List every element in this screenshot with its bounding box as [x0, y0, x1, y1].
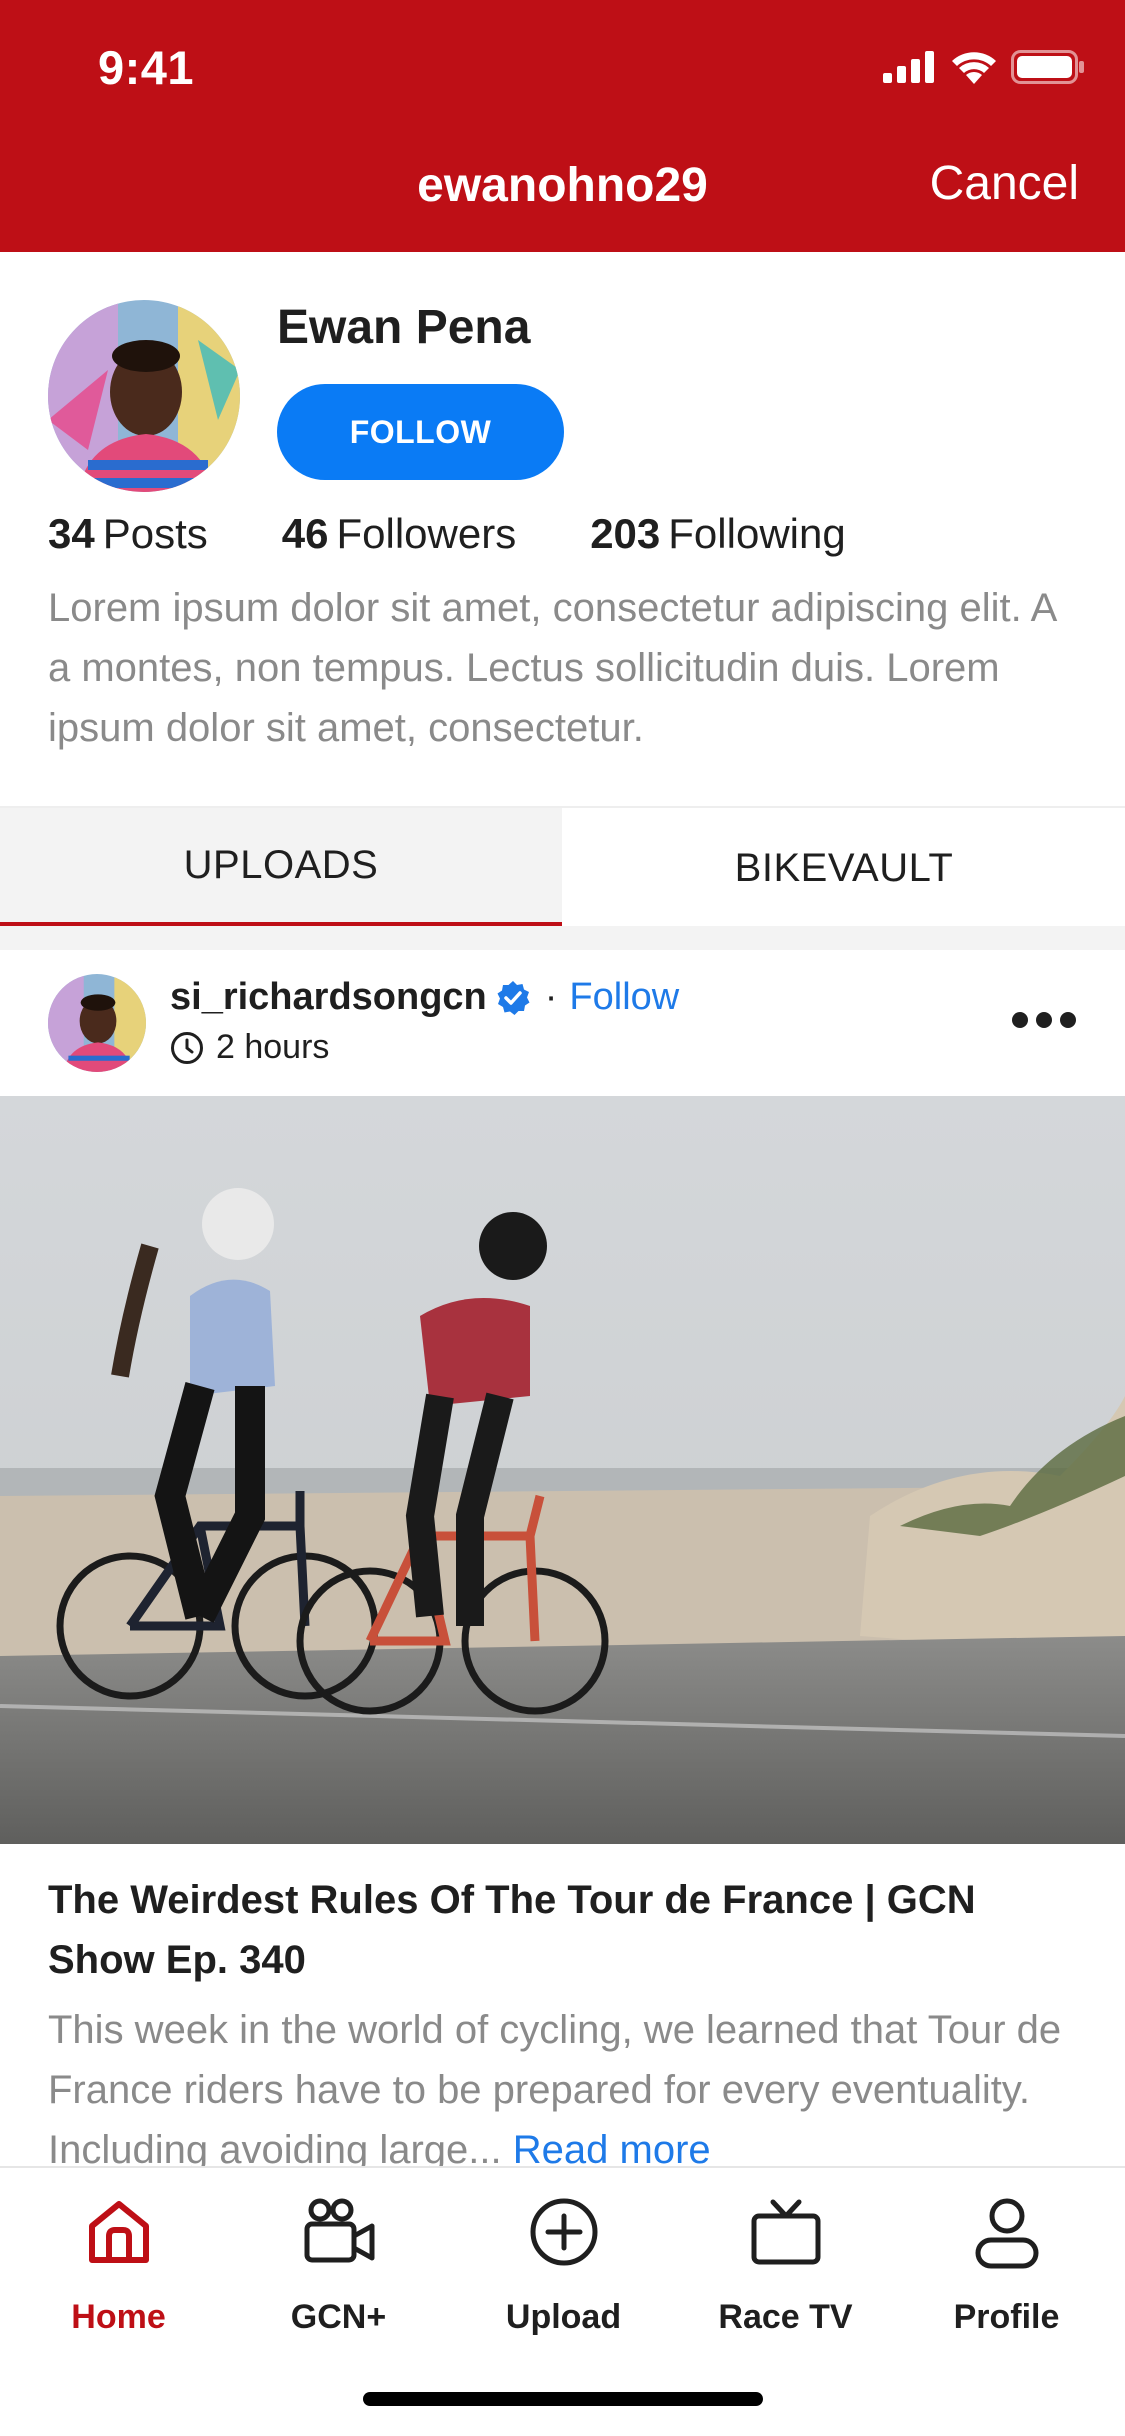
stat-following[interactable]: 203 Following — [590, 510, 846, 558]
plus-circle-icon — [530, 2198, 597, 2266]
wifi-icon — [952, 52, 996, 84]
signal-icon — [883, 51, 934, 83]
tab-uploads[interactable]: UPLOADS — [0, 808, 562, 928]
battery-icon — [1011, 50, 1084, 84]
post-follow-link[interactable]: Follow — [569, 976, 679, 1019]
more-options-icon[interactable] — [1009, 1000, 1079, 1040]
profile-name: Ewan Pena — [277, 301, 531, 354]
tabbar-label: GCN+ — [290, 2298, 387, 2336]
verified-badge-icon — [497, 980, 530, 1015]
tabbar-item-profile[interactable]: Profile — [894, 2170, 1119, 2370]
section-divider — [0, 926, 1125, 950]
profile-screen: 9:41 ewanohno29 Cancel Ewan Pena FOLLOW … — [0, 0, 1125, 2436]
home-indicator[interactable] — [363, 2392, 763, 2406]
status-icons — [883, 50, 1085, 84]
post-image[interactable] — [0, 1096, 1125, 1844]
read-more-link[interactable]: Read more — [513, 2128, 711, 2166]
tabbar-item-upload[interactable]: Upload — [451, 2170, 676, 2370]
tabbar-item-race-tv[interactable]: Race TV — [673, 2170, 898, 2370]
stat-followers[interactable]: 46 Followers — [282, 510, 516, 558]
cancel-button[interactable]: Cancel — [930, 156, 1079, 211]
tabbar-item-home[interactable]: Home — [6, 2170, 231, 2370]
post-author-avatar[interactable] — [48, 974, 146, 1072]
stat-label: Followers — [336, 510, 517, 557]
tab-bikevault[interactable]: BIKEVAULT — [563, 808, 1125, 928]
person-icon — [975, 2198, 1038, 2269]
stat-posts[interactable]: 34 Posts — [48, 510, 208, 558]
tabbar-label: Profile — [953, 2298, 1060, 2336]
separator-dot: · — [544, 976, 558, 1018]
post-timestamp: 2 hours — [170, 1028, 329, 1067]
profile-stats: 34 Posts 46 Followers 203 Following — [48, 510, 920, 558]
tabbar-label: Race TV — [718, 2298, 853, 2336]
stat-count: 203 — [590, 510, 661, 557]
post-title[interactable]: The Weirdest Rules Of The Tour de France… — [48, 1870, 1088, 1990]
tabbar-label: Home — [71, 2298, 166, 2336]
stat-count: 46 — [281, 510, 329, 557]
profile-tabs: UPLOADS BIKEVAULT — [0, 806, 1125, 928]
profile-avatar[interactable] — [48, 300, 240, 492]
clock-icon — [171, 1031, 203, 1064]
home-icon — [88, 2201, 149, 2263]
tabbar-label: Upload — [505, 2298, 622, 2336]
post-time-text: 2 hours — [216, 1028, 330, 1066]
status-time: 9:41 — [98, 41, 195, 94]
tv-icon — [751, 2199, 820, 2265]
stat-label: Posts — [102, 510, 208, 557]
stat-label: Following — [668, 510, 846, 557]
profile-bio: Lorem ipsum dolor sit amet, consectetur … — [48, 586, 1056, 750]
stat-count: 34 — [48, 510, 95, 557]
post-username[interactable]: si_richardsongcn — [170, 976, 487, 1019]
post-author-row: si_richardsongcn · Follow — [170, 976, 679, 1019]
follow-button[interactable]: FOLLOW — [277, 384, 564, 480]
header-bar: 9:41 ewanohno29 Cancel — [0, 0, 1125, 252]
post-description: This week in the world of cycling, we le… — [48, 2000, 1088, 2166]
tabbar-item-gcn-plus[interactable]: GCN+ — [226, 2170, 451, 2370]
video-camera-icon — [304, 2198, 374, 2263]
